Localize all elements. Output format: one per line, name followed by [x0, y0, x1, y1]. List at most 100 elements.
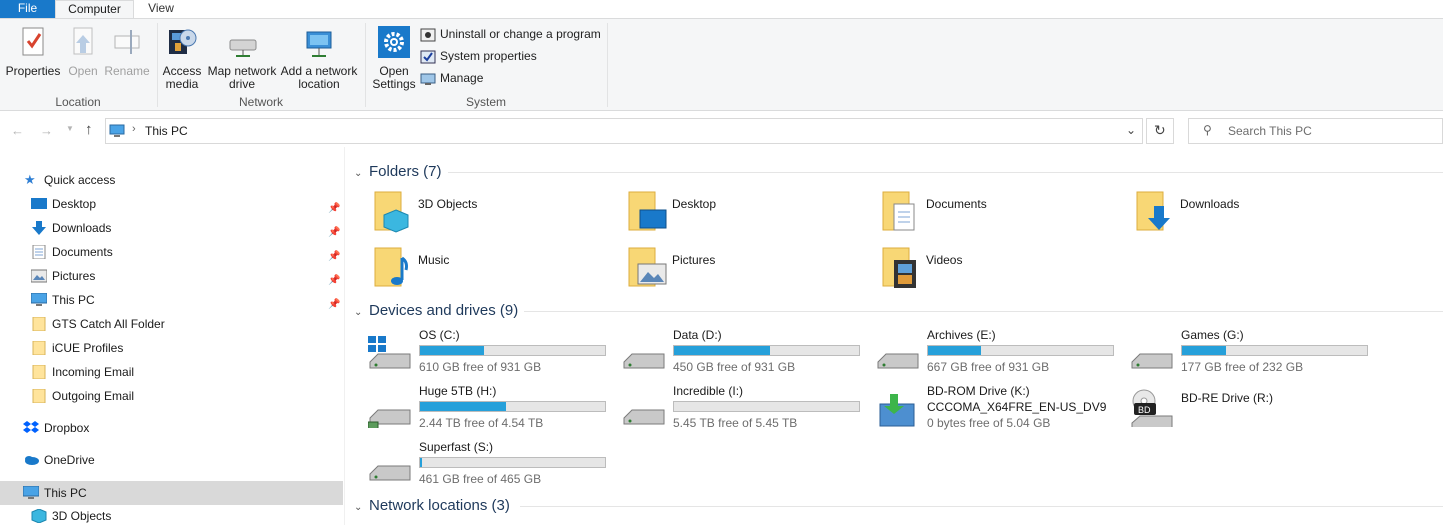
drive-free-space: 461 GB free of 465 GB [419, 472, 542, 486]
nav-item-pictures[interactable]: Pictures 📌 [31, 265, 343, 287]
hard-drive-icon [623, 353, 665, 369]
folder-name: Pictures [672, 253, 716, 267]
properties-button[interactable]: Properties [4, 26, 62, 78]
drive-superfast-s[interactable]: Superfast (S:) 461 GB free of 465 GB [368, 440, 618, 492]
search-box[interactable]: ⚲ Search This PC [1188, 118, 1443, 144]
nav-label: Downloads [52, 221, 112, 235]
system-properties-label: System properties [440, 49, 537, 63]
desktop-icon [31, 198, 47, 209]
nav-this-pc[interactable]: This PC [0, 481, 343, 505]
open-button[interactable]: Open [65, 26, 101, 78]
open-settings-label: Open Settings [372, 64, 416, 91]
folder-documents-icon [882, 191, 915, 231]
drive-games-g[interactable]: Games (G:) 177 GB free of 232 GB [1130, 328, 1380, 380]
folder-icon [32, 389, 46, 403]
nav-item-outgoing-email[interactable]: Outgoing Email [31, 385, 343, 407]
nav-onedrive[interactable]: OneDrive [23, 449, 343, 471]
drive-usage-bar [419, 345, 606, 356]
drive-name: BD-ROM Drive (K:) [927, 384, 1030, 398]
map-network-drive-button[interactable]: Map network drive [206, 26, 278, 91]
drive-usage-fill [420, 458, 422, 467]
folder-pictures-icon [628, 247, 667, 287]
drive-os-c[interactable]: OS (C:) 610 GB free of 931 GB [368, 328, 618, 380]
forward-arrow-icon[interactable]: → [40, 123, 53, 138]
address-bar[interactable]: › This PC ⌄ [105, 118, 1143, 144]
pane-splitter[interactable] [344, 147, 345, 525]
computer-icon [109, 124, 125, 137]
computer-icon [23, 486, 39, 499]
add-network-location-button[interactable]: Add a network location [280, 26, 358, 91]
search-placeholder[interactable]: Search This PC [1228, 124, 1312, 138]
folder-3d-objects[interactable]: 3D Objects [372, 190, 612, 238]
tab-computer[interactable]: Computer [55, 0, 134, 20]
group-location-label: Location [55, 95, 101, 109]
up-arrow-icon[interactable]: ↑ [85, 121, 93, 138]
open-settings-button[interactable]: Open Settings [369, 26, 419, 91]
drives-section-header[interactable]: ⌄ Devices and drives (9) [354, 301, 518, 321]
drive-name: BD-RE Drive (R:) [1181, 391, 1273, 405]
star-icon: ★ [24, 172, 36, 187]
folder-desktop[interactable]: Desktop [626, 190, 866, 238]
nav-item-desktop[interactable]: Desktop 📌 [31, 193, 343, 215]
drive-data-d[interactable]: Data (D:) 450 GB free of 931 GB [622, 328, 872, 380]
open-icon [73, 27, 93, 55]
folder-videos[interactable]: Videos [880, 246, 1120, 294]
system-properties-button[interactable]: System properties [420, 47, 537, 65]
group-network-label: Network [238, 95, 283, 109]
back-arrow-icon[interactable]: ← [11, 123, 24, 138]
pin-icon[interactable]: 📌 [328, 294, 340, 310]
uninstall-program-button[interactable]: Uninstall or change a program [420, 25, 601, 43]
folder-pictures[interactable]: Pictures [626, 246, 866, 294]
drive-free-space: 610 GB free of 931 GB [419, 360, 542, 374]
drive-bd-rom-k[interactable]: BD-ROM Drive (K:) CCCOMA_X64FRE_EN-US_DV… [876, 384, 1126, 436]
nav-item-incoming-email[interactable]: Incoming Email [31, 361, 343, 383]
collapse-chevron-icon: ⌄ [354, 502, 363, 513]
access-media-button[interactable]: Access media [161, 26, 203, 91]
drive-archives-e[interactable]: Archives (E:) 667 GB free of 931 GB [876, 328, 1126, 380]
folders-section-header[interactable]: ⌄ Folders (7) [354, 162, 442, 182]
drive-free-space: 5.45 TB free of 5.45 TB [673, 416, 798, 430]
network-section-header[interactable]: ⌄ Network locations (3) [354, 496, 510, 516]
drive-bd-re-r[interactable]: BD BD-RE Drive (R:) [1130, 389, 1380, 443]
pin-icon[interactable]: 📌 [328, 222, 340, 238]
rename-button[interactable]: Rename [104, 26, 150, 78]
nav-item-documents[interactable]: Documents 📌 [31, 241, 343, 263]
manage-button[interactable]: Manage [420, 69, 483, 87]
properties-label: Properties [5, 64, 61, 78]
pin-icon[interactable]: 📌 [328, 198, 340, 214]
folder-music[interactable]: Music [372, 246, 612, 294]
tab-view[interactable]: View [134, 0, 188, 19]
folder-downloads[interactable]: Downloads [1134, 190, 1374, 238]
onedrive-cloud-icon [25, 456, 39, 465]
folder-name: Downloads [1180, 197, 1240, 211]
recent-locations-chevron-icon[interactable]: ▼ [66, 124, 74, 133]
pin-icon[interactable]: 📌 [328, 246, 340, 262]
network-location-icon [306, 31, 332, 57]
drive-usage-bar [1181, 345, 1368, 356]
folder-documents[interactable]: Documents [880, 190, 1120, 238]
nav-dropbox[interactable]: Dropbox [23, 417, 343, 439]
drive-name: Incredible (I:) [673, 384, 744, 398]
address-dropdown-chevron-icon[interactable]: ⌄ [1126, 123, 1136, 137]
nav-quick-access[interactable]: ★ Quick access [24, 169, 344, 191]
nav-item-gts-catch-all[interactable]: GTS Catch All Folder [31, 313, 343, 335]
tab-file[interactable]: File [0, 0, 55, 19]
access-media-label: Access media [162, 64, 202, 91]
nav-item-downloads[interactable]: Downloads 📌 [31, 217, 343, 239]
folder-name: Music [418, 253, 450, 267]
drive-huge-h[interactable]: Huge 5TB (H:) 2.44 TB free of 4.54 TB [368, 384, 618, 436]
drive-name: Data (D:) [673, 328, 722, 342]
pin-icon[interactable]: 📌 [328, 270, 340, 286]
folder-videos-icon [882, 247, 916, 288]
drive-incredible-i[interactable]: Incredible (I:) 5.45 TB free of 5.45 TB [622, 384, 872, 436]
drive-name: Games (G:) [1181, 328, 1244, 342]
section-divider [448, 172, 1443, 173]
nav-item-icue-profiles[interactable]: iCUE Profiles [31, 337, 343, 359]
nav-item-this-pc-quick[interactable]: This PC 📌 [31, 289, 343, 311]
refresh-button[interactable]: ↻ [1146, 118, 1174, 144]
nav-3d-objects[interactable]: 3D Objects [31, 505, 343, 527]
properties-icon [22, 27, 44, 56]
breadcrumb-this-pc[interactable]: This PC [145, 124, 188, 138]
hard-drive-icon [623, 409, 665, 425]
breadcrumb-separator-icon: › [132, 123, 136, 135]
